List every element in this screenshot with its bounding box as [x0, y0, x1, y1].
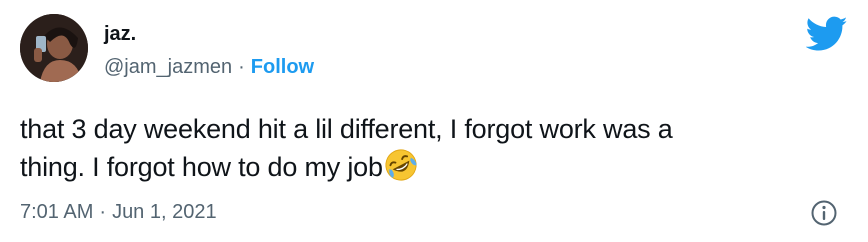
twitter-bird-icon[interactable] — [806, 16, 848, 52]
rolling-on-the-floor-laughing-emoji — [385, 149, 417, 181]
tweet-card: jaz. @jam_jazmen · Follow that 3 day weeke… — [0, 0, 868, 242]
avatar[interactable] — [20, 14, 88, 82]
timestamp-separator: · — [99, 201, 107, 223]
avatar-photo — [20, 14, 88, 82]
tweet-text-line-2-text: thing. I forgot how to do my job — [20, 152, 383, 182]
display-name[interactable]: jaz. — [104, 22, 136, 46]
tweet-text: that 3 day weekend hit a lil different, … — [20, 110, 840, 186]
tweet-time: 7:01 AM — [20, 201, 94, 223]
user-handle[interactable]: @jam_jazmen — [104, 56, 232, 78]
follow-link[interactable]: Follow — [251, 56, 314, 78]
tweet-timestamp[interactable]: 7:01 AM · Jun 1, 2021 — [20, 200, 217, 224]
handle-separator: · — [238, 56, 245, 78]
tweet-text-line-2: thing. I forgot how to do my job — [20, 148, 840, 186]
handle-row: @jam_jazmen · Follow — [104, 55, 314, 79]
tweet-text-line-1: that 3 day weekend hit a lil different, … — [20, 114, 673, 144]
tweet-date: Jun 1, 2021 — [112, 201, 217, 223]
info-icon[interactable] — [809, 198, 839, 228]
